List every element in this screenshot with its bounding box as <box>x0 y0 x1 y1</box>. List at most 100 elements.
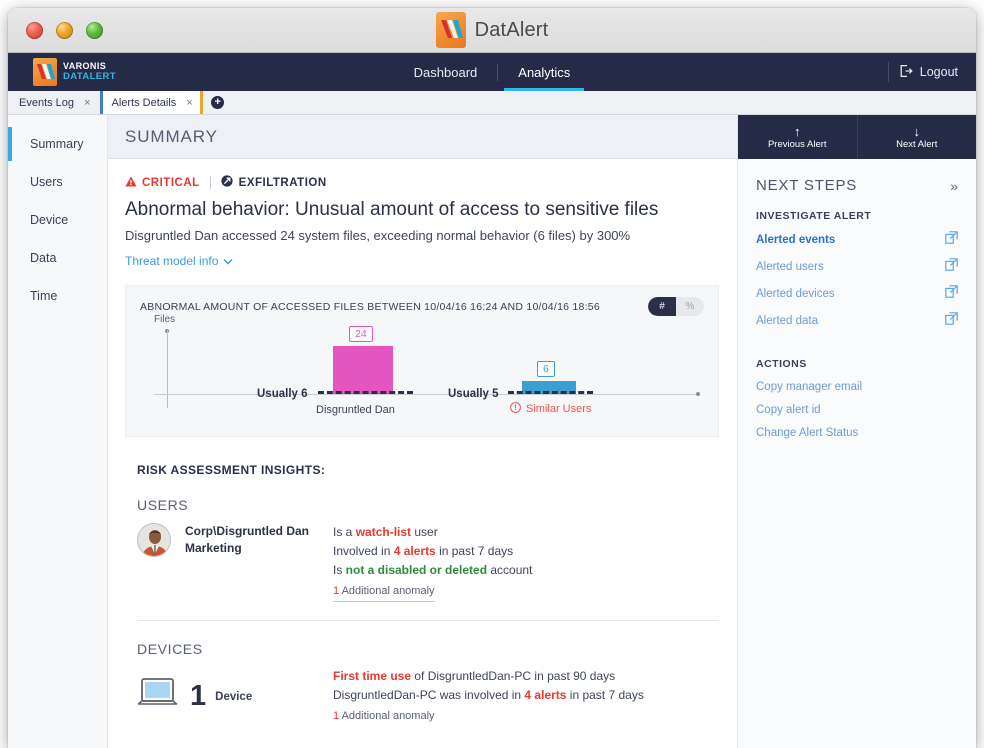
window-controls <box>26 22 103 39</box>
section-divider <box>137 620 719 622</box>
status-badge-critical: CRITICAL <box>125 176 200 190</box>
external-link-icon <box>945 231 958 249</box>
link-alerted-events[interactable]: Alerted events <box>738 222 976 249</box>
user-fact-highlight: 4 alerts <box>393 543 436 558</box>
action-copy-alert-id[interactable]: Copy alert id <box>738 393 976 416</box>
x-axis <box>154 394 698 395</box>
baseline-line-disgruntled-dan <box>318 391 413 394</box>
sidebar-item-label: Summary <box>30 137 84 151</box>
external-link-icon <box>945 258 958 276</box>
user-fact: Is a watch-list user <box>333 525 438 539</box>
sidebar-item-label: Users <box>30 175 63 189</box>
user-fact-highlight: watch-list <box>355 525 412 539</box>
threat-model-info-link[interactable]: Threat model info <box>125 254 233 268</box>
chart-card: ABNORMAL AMOUNT OF ACCESSED FILES BETWEE… <box>125 285 719 437</box>
tab-events-log[interactable]: Events Log × <box>8 91 101 114</box>
page-title: SUMMARY <box>125 126 218 146</box>
user-name: Corp\Disgruntled Dan <box>185 524 310 538</box>
threat-model-info-label: Threat model info <box>125 254 219 268</box>
sidebar-item-device[interactable]: Device <box>8 201 107 239</box>
app-title-brand: DatAlert <box>435 12 549 48</box>
category-label: EXFILTRATION <box>238 176 327 189</box>
link-alerted-data[interactable]: Alerted data <box>738 303 976 330</box>
user-fact-highlight: not a disabled or deleted <box>345 562 488 577</box>
user-additional-anomaly-count: 1 <box>333 584 340 597</box>
device-fact: DisgruntledDan-PC was involved in 4 aler… <box>333 688 644 703</box>
tab-label: Alerts Details <box>111 96 177 109</box>
previous-alert-button[interactable]: ↑ Previous Alert <box>738 115 857 159</box>
close-window-button[interactable] <box>26 22 43 39</box>
units-toggle[interactable]: # % <box>648 297 704 316</box>
chart-title: ABNORMAL AMOUNT OF ACCESSED FILES BETWEE… <box>140 300 600 313</box>
chart-header: ABNORMAL AMOUNT OF ACCESSED FILES BETWEE… <box>126 286 718 316</box>
summary-content: CRITICAL EXFILTRATION Abnormal behavior:… <box>108 159 737 727</box>
link-alerted-users[interactable]: Alerted users <box>738 249 976 276</box>
baseline-label-similar-users: Usually 5 <box>448 388 499 400</box>
device-additional-anomaly-link[interactable]: 1 Additional anomaly <box>333 708 435 726</box>
user-insight-row: Corp\Disgruntled Dan Marketing Is a watc… <box>125 523 719 603</box>
user-identity: Corp\Disgruntled Dan Marketing <box>137 523 333 602</box>
next-steps-title: NEXT STEPS <box>756 177 858 194</box>
link-alerted-devices[interactable]: Alerted devices <box>738 276 976 303</box>
alert-navigation: ↑ Previous Alert ↓ Next Alert <box>738 115 976 159</box>
arrow-up-icon: ↑ <box>794 123 801 139</box>
sidebar-item-summary[interactable]: Summary <box>8 125 107 163</box>
exfiltration-icon <box>221 175 233 190</box>
bar-disgruntled-dan[interactable] <box>333 346 393 394</box>
x-tick-similar-users: Similar Users <box>510 402 591 416</box>
badge-row: CRITICAL EXFILTRATION <box>125 175 719 190</box>
device-fact-highlight: First time use <box>333 669 412 684</box>
nav-item-dashboard[interactable]: Dashboard <box>394 53 498 91</box>
device-unit-label: Device <box>215 690 253 703</box>
bar-value-similar-users: 6 <box>537 361 555 377</box>
user-additional-anomaly-label: Additional anomaly <box>341 584 435 597</box>
sidebar-item-label: Device <box>30 213 69 227</box>
tab-strip: Events Log × Alerts Details × + <box>8 91 976 115</box>
action-copy-manager-email[interactable]: Copy manager email <box>738 370 976 393</box>
app-window: DatAlert VARONIS DATALERT Dashboard Anal… <box>8 8 976 748</box>
units-toggle-count[interactable]: # <box>648 297 676 316</box>
sidebar-item-label: Data <box>30 251 57 265</box>
window-titlebar: DatAlert <box>8 8 976 53</box>
summary-header: SUMMARY <box>108 115 737 159</box>
baseline-line-similar-users <box>508 391 593 394</box>
nav-item-analytics[interactable]: Analytics <box>498 53 590 91</box>
device-count: 1 <box>190 680 207 713</box>
sidebar-item-time[interactable]: Time <box>8 277 107 315</box>
app-title: DatAlert <box>474 18 549 41</box>
tab-accent-left <box>8 91 11 114</box>
top-navbar: VARONIS DATALERT Dashboard Analytics Log… <box>8 53 976 91</box>
next-alert-button[interactable]: ↓ Next Alert <box>856 115 976 159</box>
collapse-panel-icon[interactable]: » <box>950 178 958 194</box>
sidebar-item-users[interactable]: Users <box>8 163 107 201</box>
action-change-alert-status[interactable]: Change Alert Status <box>738 416 976 439</box>
tab-alerts-details[interactable]: Alerts Details × <box>100 91 203 114</box>
tab-accent-right <box>199 91 203 114</box>
arrow-down-icon: ↓ <box>913 123 921 139</box>
investigate-alert-heading: INVESTIGATE ALERT <box>756 210 872 222</box>
next-steps-header: NEXT STEPS » <box>738 159 976 194</box>
bar-chart: Files 24 Usually 6 Disgruntled Dan 6 Usu… <box>140 314 704 424</box>
previous-alert-label: Previous Alert <box>767 138 827 150</box>
alert-subtitle: Disgruntled Dan accessed 24 system files… <box>125 228 631 243</box>
y-axis <box>167 330 168 408</box>
new-tab-button[interactable]: + <box>203 91 233 114</box>
device-additional-anomaly-count: 1 <box>333 710 340 723</box>
sidebar-item-label: Time <box>30 289 58 303</box>
sidebar-item-data[interactable]: Data <box>8 239 107 277</box>
tab-close-icon[interactable]: × <box>84 97 90 109</box>
minimize-window-button[interactable] <box>56 22 73 39</box>
link-label: Alerted data <box>756 315 819 327</box>
alert-title: Abnormal behavior: Unusual amount of acc… <box>125 199 659 220</box>
user-additional-anomaly-link[interactable]: 1 Additional anomaly <box>333 583 435 603</box>
units-toggle-percent[interactable]: % <box>676 297 704 316</box>
app-body: Summary Users Device Data Time SUMMARY C… <box>8 115 976 748</box>
severity-label: CRITICAL <box>142 176 200 189</box>
badge-separator <box>209 176 211 189</box>
user-department: Marketing <box>185 541 242 556</box>
datalert-logo-icon <box>435 12 466 48</box>
zoom-window-button[interactable] <box>86 22 103 39</box>
external-link-icon <box>945 312 958 330</box>
tab-close-icon[interactable]: × <box>186 97 192 109</box>
device-insight-row: 1 Device First time use of DisgruntledDa… <box>125 667 719 726</box>
